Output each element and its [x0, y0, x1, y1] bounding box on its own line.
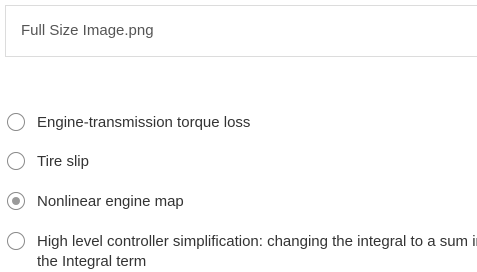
option-nonlinear-engine-map[interactable]: Nonlinear engine map — [7, 190, 477, 216]
option-label: Nonlinear engine map — [37, 193, 184, 210]
answer-options: Engine-transmission torque loss Tire sli… — [0, 0, 477, 270]
option-label: Tire slip — [37, 153, 89, 170]
option-label: High level controller simplification: ch… — [37, 233, 477, 270]
radio-button[interactable] — [7, 113, 25, 131]
radio-button[interactable] — [7, 152, 25, 170]
option-engine-transmission-torque-loss[interactable]: Engine-transmission torque loss — [7, 111, 477, 137]
option-high-level-controller-simplification[interactable]: High level controller simplification: ch… — [7, 230, 477, 270]
radio-button-selected[interactable] — [7, 192, 25, 210]
option-tire-slip[interactable]: Tire slip — [7, 150, 477, 176]
option-label: Engine-transmission torque loss — [37, 114, 251, 131]
radio-button[interactable] — [7, 232, 25, 250]
